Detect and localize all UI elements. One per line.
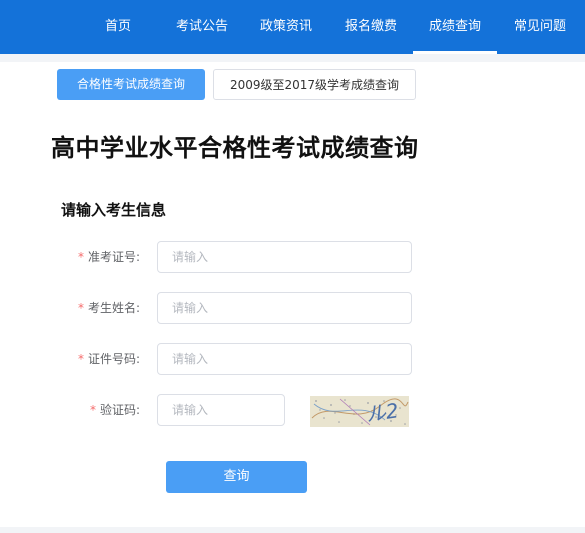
- id-number-input[interactable]: [157, 343, 412, 375]
- candidate-name-label: * 考生姓名:: [77, 301, 140, 315]
- id-number-label: * 证件号码:: [77, 352, 140, 366]
- score-query-page: 首页 考试公告 政策资讯 报名缴费 成绩查询 常见问题 合格性考试成绩查询 20…: [0, 0, 585, 533]
- page-title: 高中学业水平合格性考试成绩查询: [51, 134, 419, 162]
- nav-item-exam-notices[interactable]: 考试公告: [176, 0, 228, 54]
- verification-code-label: * 验证码:: [89, 403, 140, 417]
- tab-qualification-exam-query[interactable]: 合格性考试成绩查询: [57, 69, 205, 100]
- nav-divider-strip: [0, 54, 585, 62]
- form-row-admission-number: * 准考证号:: [0, 241, 585, 273]
- required-mark: *: [77, 352, 84, 366]
- section-title: 请输入考生信息: [61, 201, 167, 219]
- nav-item-registration-payment[interactable]: 报名缴费: [345, 0, 397, 54]
- candidate-name-input[interactable]: [157, 292, 412, 324]
- required-mark: *: [77, 301, 84, 315]
- captcha-image[interactable]: ル2: [310, 396, 409, 427]
- form-row-verification-code: *验证码: ル2: [0, 394, 585, 427]
- form-row-id-number: * 证件号码:: [0, 343, 585, 375]
- nav-item-score-query[interactable]: 成绩查询: [413, 0, 497, 54]
- nav-item-faq[interactable]: 常见问题: [513, 0, 567, 54]
- top-navigation: 首页 考试公告 政策资讯 报名缴费 成绩查询 常见问题: [0, 0, 585, 54]
- admission-number-input[interactable]: [157, 241, 412, 273]
- required-mark: *: [77, 250, 84, 264]
- required-mark: *: [89, 403, 96, 417]
- footer-strip: [0, 527, 585, 533]
- captcha-text: ル2: [364, 398, 400, 426]
- nav-item-policy-news[interactable]: 政策资讯: [260, 0, 312, 54]
- form-row-candidate-name: * 考生姓名:: [0, 292, 585, 324]
- query-button[interactable]: 查询: [166, 461, 307, 493]
- nav-item-home[interactable]: 首页: [105, 0, 131, 54]
- tab-2009-2017-query[interactable]: 2009级至2017级学考成绩查询: [213, 69, 416, 100]
- admission-number-label: * 准考证号:: [77, 250, 140, 264]
- verification-code-input[interactable]: [157, 394, 285, 426]
